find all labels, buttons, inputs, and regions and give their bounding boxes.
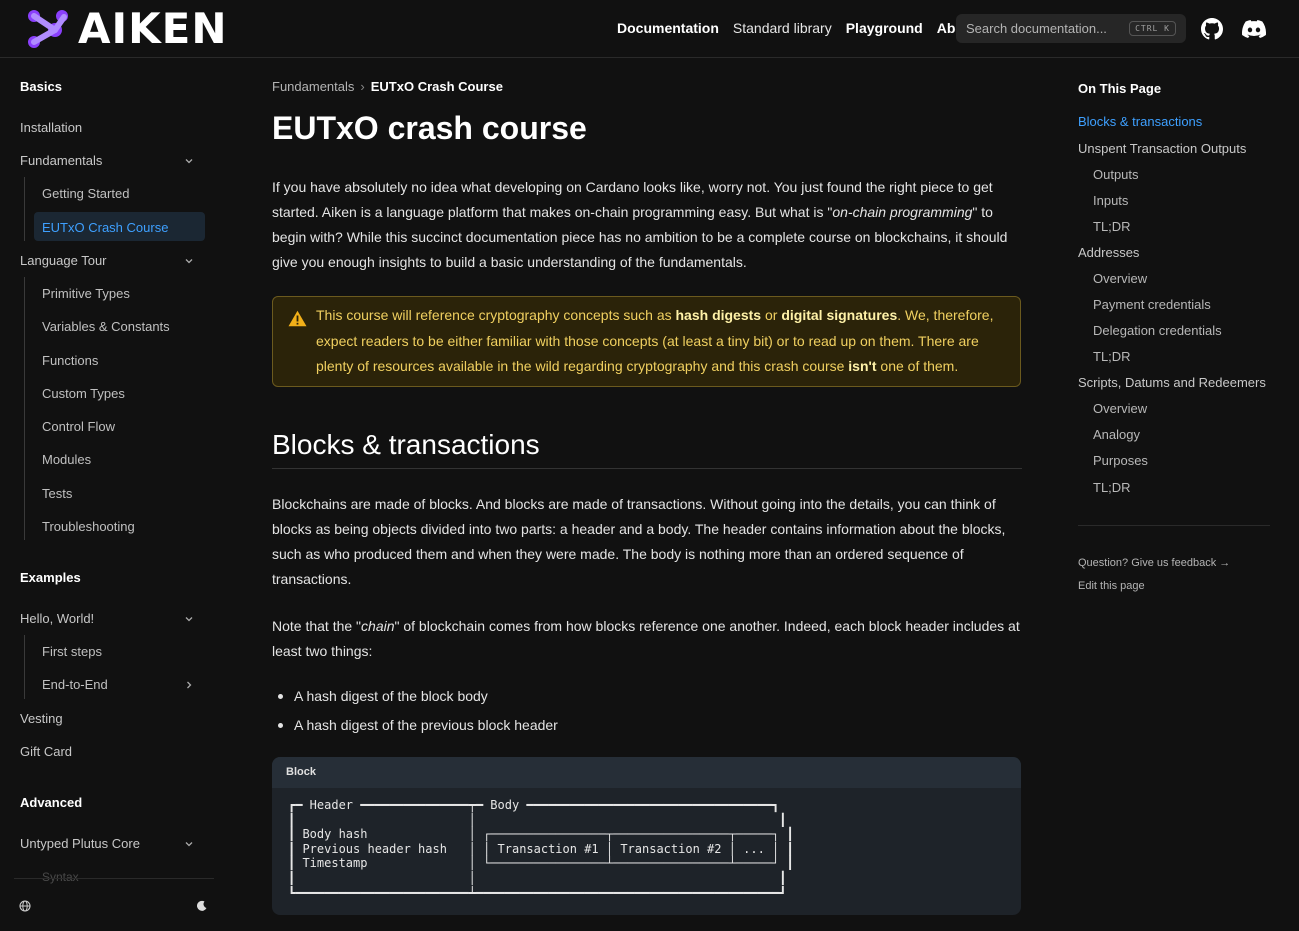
sidebar-item-troubleshooting[interactable]: Troubleshooting [42,519,135,534]
chevron-right-icon[interactable] [183,679,195,691]
sidebar-item-primitive-types[interactable]: Primitive Types [42,286,130,301]
intro-paragraph: If you have absolutely no idea what deve… [272,175,1022,275]
sidebar-tree-line [24,635,25,699]
discord-icon[interactable] [1242,17,1266,41]
nav-standard-library[interactable]: Standard library [733,20,832,36]
left-sidebar: Basics Installation Fundamentals Getting… [0,58,222,931]
sidebar-item-untyped-plutus-core[interactable]: Untyped Plutus Core [20,836,200,851]
aiken-logo[interactable]: AIKEN [26,7,228,51]
top-nav-links: Documentation Standard library Playgroun… [617,20,977,36]
sidebar-footer-divider [14,878,214,879]
globe-icon[interactable] [19,900,31,912]
section-divider [272,468,1022,469]
toc-item-analogy[interactable]: Analogy [1093,427,1140,442]
sidebar-item-tests[interactable]: Tests [42,486,72,501]
section-heading-blocks-transactions: Blocks & transactions [272,429,540,460]
sidebar-section-examples: Examples [20,570,81,585]
sidebar-item-hello-world[interactable]: Hello, World! [20,611,200,626]
moon-icon[interactable] [196,900,208,912]
warning-bold-digital-signatures: digital signatures [781,307,898,323]
intro-emphasis: on-chain programming [832,204,973,220]
toc-item-tldr[interactable]: TL;DR [1093,349,1131,364]
toc-divider [1078,525,1270,526]
sidebar-item-functions[interactable]: Functions [42,353,98,368]
search-shortcut-badge: CTRL K [1129,21,1176,36]
toc-item-utxo[interactable]: Unspent Transaction Outputs [1078,141,1246,156]
sidebar-item-eutxo-crash-course[interactable]: EUTxO Crash Course [42,220,168,235]
chevron-down-icon[interactable] [183,838,195,850]
sidebar-tree-line [24,277,25,540]
sidebar-item-variables-constants[interactable]: Variables & Constants [42,319,170,334]
toc-item-outputs[interactable]: Outputs [1093,167,1139,182]
sidebar-section-advanced: Advanced [20,795,83,810]
toc-item-overview[interactable]: Overview [1093,271,1147,286]
top-navbar: AIKEN Documentation Standard library Pla… [0,0,1299,58]
code-block: Block ┏━ Header ━━━━━━━━━━━━━━━┯━ Body ━… [272,757,1021,915]
aiken-logo-icon [28,10,68,48]
code-block-title: Block [272,757,1021,788]
sidebar-item-syntax-faded[interactable]: Syntax [42,870,79,884]
sidebar-item-vesting[interactable]: Vesting [20,711,200,726]
toc-item-tldr[interactable]: TL;DR [1093,219,1131,234]
sidebar-item-gift-card[interactable]: Gift Card [20,744,200,759]
toc-item-blocks-transactions[interactable]: Blocks & transactions [1078,114,1202,129]
toc-item-scripts-datums-redeemers[interactable]: Scripts, Datums and Redeemers [1078,375,1266,390]
toc-item-overview[interactable]: Overview [1093,401,1147,416]
sidebar-item-modules[interactable]: Modules [42,452,91,467]
warning-bold-hash-digests: hash digests [675,307,762,323]
feedback-link[interactable]: Question? Give us feedback → [1078,557,1230,569]
page-title: EUTxO crash course [272,110,587,146]
warning-text: one of them. [876,358,959,374]
sidebar-item-custom-types[interactable]: Custom Types [42,386,125,401]
chevron-down-icon[interactable] [183,613,195,625]
chain-text-1: Note that the " [272,618,362,634]
warning-icon [288,310,307,327]
sidebar-item-control-flow[interactable]: Control Flow [42,419,115,434]
breadcrumb-separator-icon: › [360,79,365,94]
breadcrumb: Fundamentals › EUTxO Crash Course [272,79,503,94]
list-item: A hash digest of the block body [272,683,558,712]
logo-text: AIKEN [78,4,228,53]
chain-emphasis: chain [361,618,395,634]
blocks-paragraph: Blockchains are made of blocks. And bloc… [272,496,1006,587]
list-item: A hash digest of the previous block head… [272,712,558,741]
bullet-list: A hash digest of the block body A hash d… [272,683,558,741]
edit-page-link[interactable]: Edit this page [1078,580,1145,592]
sidebar-item-installation[interactable]: Installation [20,120,200,135]
sidebar-section-basics: Basics [20,79,62,94]
nav-playground[interactable]: Playground [846,20,923,36]
warning-text: or [761,307,782,323]
toc-item-inputs[interactable]: Inputs [1093,193,1128,208]
toc-title: On This Page [1078,81,1162,96]
breadcrumb-current: EUTxO Crash Course [370,79,503,94]
sidebar-item-first-steps[interactable]: First steps [42,644,102,659]
warning-callout: This course will reference cryptography … [272,296,1021,387]
chevron-down-icon[interactable] [183,155,195,167]
nav-documentation[interactable]: Documentation [617,20,719,36]
sidebar-item-getting-started[interactable]: Getting Started [42,186,129,201]
warning-text: This course will reference cryptography … [316,307,676,323]
chevron-down-icon[interactable] [183,255,195,267]
toc-item-addresses[interactable]: Addresses [1078,245,1139,260]
sidebar-item-fundamentals[interactable]: Fundamentals [20,153,200,168]
breadcrumb-parent[interactable]: Fundamentals [272,79,354,94]
github-icon[interactable] [1200,17,1224,41]
warning-bold-isnt: isn't [848,358,877,374]
chain-paragraph: Note that the "chain" of blockchain come… [272,614,1022,664]
code-block-body[interactable]: ┏━ Header ━━━━━━━━━━━━━━━┯━ Body ━━━━━━━… [288,798,794,900]
sidebar-item-language-tour[interactable]: Language Tour [20,253,200,268]
sidebar-item-end-to-end[interactable]: End-to-End [42,677,108,692]
toc-item-purposes[interactable]: Purposes [1093,453,1148,468]
toc-item-tldr[interactable]: TL;DR [1093,480,1131,495]
sidebar-tree-line [24,177,25,241]
toc-item-delegation-credentials[interactable]: Delegation credentials [1093,323,1222,338]
toc-item-payment-credentials[interactable]: Payment credentials [1093,297,1211,312]
search-input[interactable]: Search documentation... CTRL K [956,14,1186,43]
search-placeholder: Search documentation... [966,21,1107,36]
